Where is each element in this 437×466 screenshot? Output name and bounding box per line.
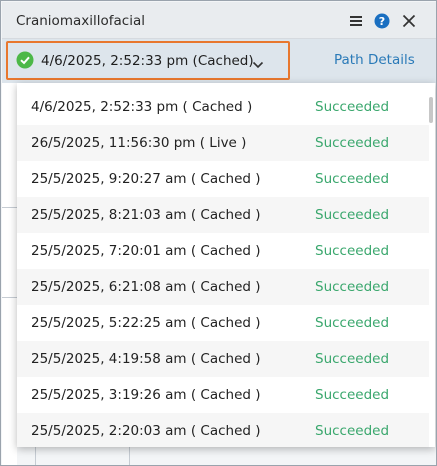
run-select-dropdown[interactable]: 4/6/2025, 2:52:33 pm (Cached)	[6, 41, 290, 80]
dropdown-scrollbar[interactable]	[429, 97, 433, 123]
run-date: 25/5/2025, 8:21:03 am ( Cached )	[31, 207, 261, 223]
help-icon[interactable]: ?	[374, 13, 390, 29]
run-history-item[interactable]: 25/5/2025, 9:20:27 am ( Cached ) Succeede…	[17, 161, 429, 197]
run-status: Succeeded	[315, 171, 390, 187]
run-status: Succeeded	[315, 207, 390, 223]
selected-run-label: 4/6/2025, 2:52:33 pm (Cached)	[41, 53, 254, 69]
run-status: Succeeded	[315, 99, 390, 115]
check-circle-icon	[16, 51, 34, 69]
run-status: Succeeded	[315, 423, 390, 439]
background-divider	[2, 297, 17, 298]
chevron-down-icon	[252, 55, 264, 69]
run-date: 25/5/2025, 3:19:26 am ( Cached )	[31, 387, 261, 403]
run-status: Succeeded	[315, 135, 390, 151]
run-date: 25/5/2025, 4:19:58 am ( Cached )	[31, 351, 261, 367]
run-history-item[interactable]: 25/5/2025, 6:21:08 am ( Cached ) Succeede…	[17, 269, 429, 305]
panel-header: Craniomaxillofacial ?	[2, 2, 436, 39]
path-details-link[interactable]: Path Details	[334, 52, 415, 68]
run-history-item[interactable]: 25/5/2025, 4:19:58 am ( Cached ) Succeede…	[17, 341, 429, 377]
background-content	[2, 83, 17, 465]
run-date: 25/5/2025, 5:22:25 am ( Cached )	[31, 315, 261, 331]
background-divider	[129, 447, 130, 465]
run-status: Succeeded	[315, 279, 390, 295]
run-selector-bar: 4/6/2025, 2:52:33 pm (Cached) Path Detai…	[2, 39, 436, 83]
run-status: Succeeded	[315, 387, 390, 403]
panel-title: Craniomaxillofacial	[16, 13, 145, 29]
run-status: Succeeded	[315, 315, 390, 331]
run-history-dropdown: 25/5/2025, 2:20:03 am ( Cached ) Succeede…	[17, 83, 435, 447]
run-date: 4/6/2025, 2:52:33 pm ( Cached )	[31, 99, 253, 115]
run-history-item[interactable]: 25/5/2025, 8:21:03 am ( Cached ) Succeede…	[17, 197, 429, 233]
run-history-item[interactable]: 25/5/2025, 2:20:03 am ( Cached ) Succeede…	[17, 413, 429, 447]
run-history-item[interactable]: 25/5/2025, 3:19:26 am ( Cached ) Succeede…	[17, 377, 429, 413]
svg-text:?: ?	[379, 15, 385, 28]
run-date: 26/5/2025, 11:56:30 pm ( Live )	[31, 135, 247, 151]
run-history-item[interactable]: 25/5/2025, 7:20:01 am ( Cached ) Succeede…	[17, 233, 429, 269]
run-history-item[interactable]: 26/5/2025, 11:56:30 pm ( Live ) Succeeded	[17, 125, 429, 161]
run-history-item[interactable]: 25/5/2025, 5:22:25 am ( Cached ) Succeede…	[17, 305, 429, 341]
close-icon[interactable]	[401, 13, 417, 29]
run-date: 25/5/2025, 7:20:01 am ( Cached )	[31, 243, 261, 259]
background-divider	[35, 447, 36, 465]
run-history-item[interactable]: 4/6/2025, 2:52:33 pm ( Cached ) Succeeded	[17, 89, 429, 125]
run-date: 25/5/2025, 2:20:03 am ( Cached )	[31, 423, 261, 439]
details-panel: Craniomaxillofacial ? 4/6/2025, 2:52:33 …	[0, 0, 437, 466]
run-status: Succeeded	[315, 351, 390, 367]
menu-icon[interactable]	[348, 13, 364, 29]
run-date: 25/5/2025, 9:20:27 am ( Cached )	[31, 171, 261, 187]
run-status: Succeeded	[315, 243, 390, 259]
run-date: 25/5/2025, 6:21:08 am ( Cached )	[31, 279, 261, 295]
background-divider	[2, 207, 17, 208]
